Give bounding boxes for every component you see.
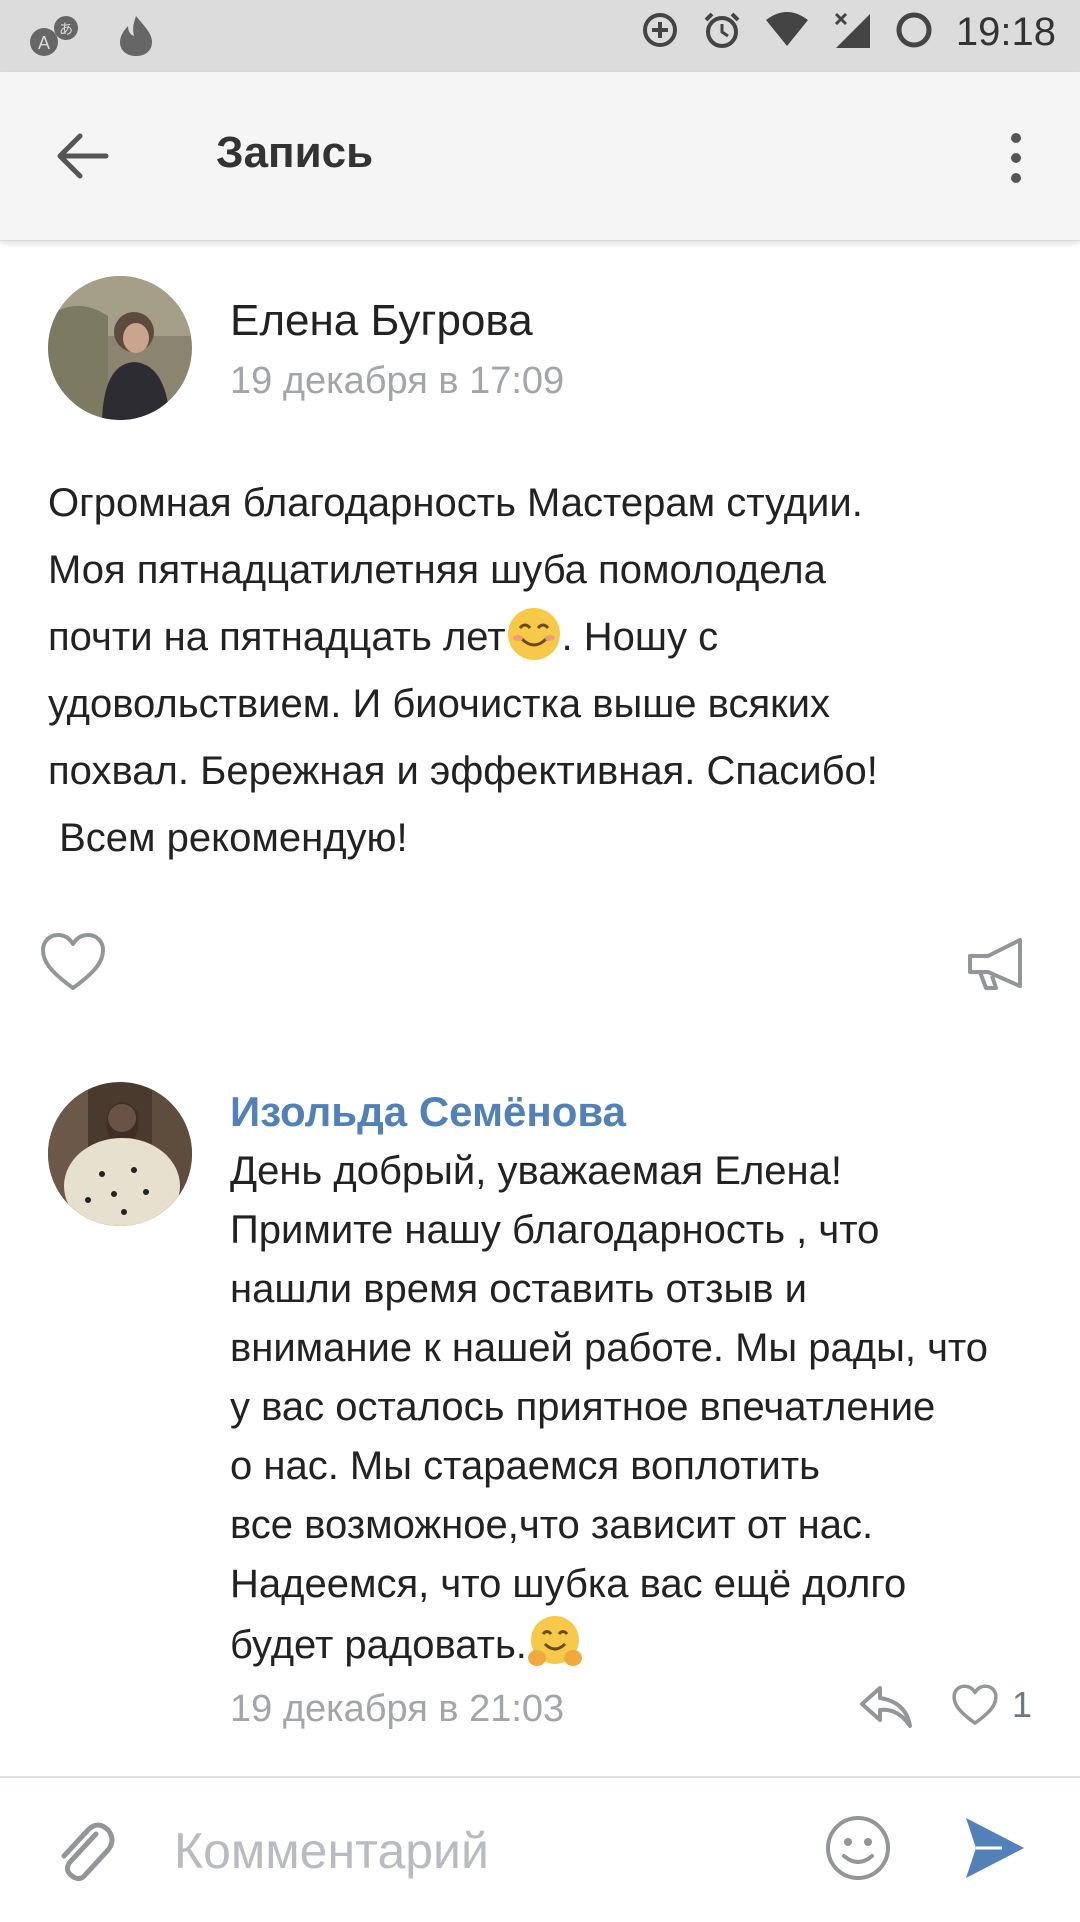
- post-text-part1: Огромная благодарность Мастерам студии. …: [48, 481, 863, 659]
- heart-outline-icon: [952, 1684, 998, 1725]
- post-author-name[interactable]: Елена Бугрова: [230, 296, 533, 346]
- post-share-button[interactable]: [966, 932, 1028, 994]
- post-like-button[interactable]: [40, 932, 106, 992]
- fire-icon: [116, 14, 156, 63]
- attach-button[interactable]: [52, 1814, 116, 1886]
- send-button[interactable]: [962, 1812, 1028, 1884]
- post-header: Елена Бугрова 19 декабря в 17:09: [48, 276, 1038, 426]
- send-icon: [966, 1818, 1024, 1878]
- data-saver-icon: [640, 10, 680, 55]
- translate-icon: A あ: [28, 14, 84, 63]
- emoji-button[interactable]: [824, 1814, 892, 1882]
- comment-input[interactable]: [172, 1814, 776, 1888]
- comment-text-part1: День добрый, уважаемая Елена! Примите на…: [230, 1149, 989, 1667]
- svg-text:A: A: [38, 33, 50, 53]
- svg-text:あ: あ: [59, 22, 73, 38]
- smiley-icon: [826, 1816, 890, 1880]
- more-vertical-icon: [1011, 133, 1021, 183]
- battery-icon: [894, 10, 934, 55]
- app-bar: Запись: [0, 72, 1080, 241]
- commenter-avatar[interactable]: [48, 1082, 192, 1226]
- page-title: Запись: [216, 128, 374, 177]
- post-text: Огромная благодарность Мастерам студии. …: [48, 470, 1008, 872]
- status-time: 19:18: [955, 10, 1056, 54]
- megaphone-icon: [968, 938, 1022, 990]
- comment-reply-button[interactable]: [858, 1682, 914, 1732]
- arrow-left-icon: [57, 133, 109, 179]
- smiling-face-emoji: [506, 606, 562, 662]
- post-date: 19 декабря в 17:09: [230, 360, 565, 402]
- comment-like-button[interactable]: 1: [952, 1684, 1032, 1726]
- wifi-icon: [764, 10, 810, 55]
- signal-icon: [832, 10, 872, 55]
- comment-like-count: 1: [1012, 1684, 1033, 1725]
- reply-arrow-icon: [860, 1686, 912, 1728]
- more-options-button[interactable]: [992, 130, 1040, 186]
- status-bar: A あ 19:18: [0, 0, 1080, 72]
- back-button[interactable]: [52, 124, 116, 188]
- hugging-face-emoji: [527, 1614, 583, 1670]
- comment-composer: [0, 1776, 1080, 1922]
- heart-outline-icon: [41, 933, 105, 990]
- comment-date: 19 декабря в 21:03: [230, 1688, 565, 1730]
- author-avatar[interactable]: [48, 276, 192, 420]
- alarm-icon: [702, 10, 742, 55]
- paperclip-icon: [61, 1822, 115, 1882]
- comment-text: День добрый, уважаемая Елена! Примите на…: [230, 1142, 1050, 1675]
- commenter-name[interactable]: Изольда Семёнова: [230, 1088, 626, 1136]
